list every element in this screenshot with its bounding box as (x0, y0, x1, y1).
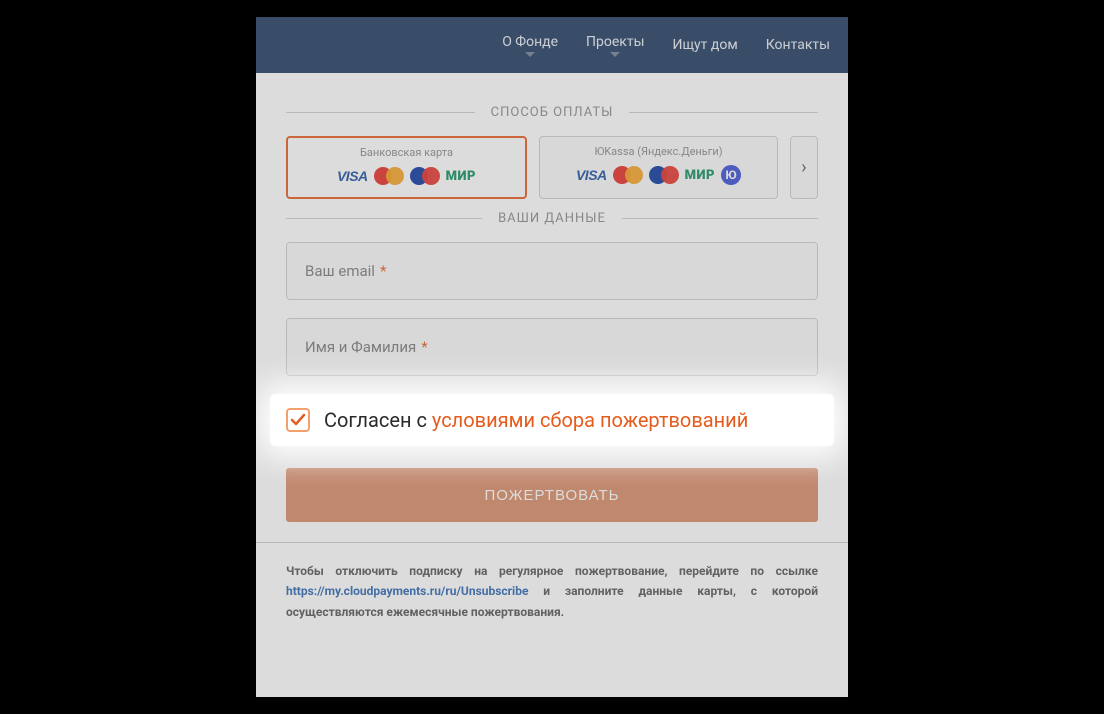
nav-looking-home[interactable]: Ищут дом (672, 37, 737, 53)
nav-projects[interactable]: Проекты (586, 34, 644, 57)
payment-option-yookassa[interactable]: ЮKassa (Яндекс.Деньги) VISA МИР Ю (539, 136, 778, 199)
payment-logos: VISA МИР Ю (552, 164, 765, 186)
visa-logo-icon: VISA (576, 167, 607, 183)
required-indicator: * (380, 262, 386, 280)
mir-logo-icon: МИР (446, 169, 476, 184)
payment-option-card-title: Банковская карта (300, 146, 513, 159)
your-data-header: ВАШИ ДАННЫЕ (286, 211, 818, 226)
email-field[interactable]: Ваш email * (286, 242, 818, 300)
divider (629, 112, 818, 113)
maestro-logo-icon (649, 166, 679, 184)
payment-methods-row: Банковская карта VISA МИР ЮKassa (Яндекс… (286, 136, 818, 199)
divider (286, 218, 482, 219)
consent-terms-link[interactable]: условиями сбора пожертвований (432, 408, 748, 432)
check-icon (290, 412, 306, 428)
consent-text: Согласен с условиями сбора пожертвований (324, 408, 748, 432)
unsubscribe-text: Чтобы отключить подписку на регулярное п… (286, 561, 818, 622)
mastercard-logo-icon (374, 167, 404, 185)
chevron-right-icon: › (801, 157, 806, 178)
visa-logo-icon: VISA (337, 168, 368, 184)
nav-contacts-label: Контакты (766, 37, 830, 53)
top-navbar: О Фонде Проекты Ищут дом Контакты (256, 17, 848, 73)
maestro-logo-icon (410, 167, 440, 185)
nav-about-label: О Фонде (502, 34, 558, 50)
payment-option-card[interactable]: Банковская карта VISA МИР (286, 136, 527, 199)
divider (286, 112, 475, 113)
divider (622, 218, 818, 219)
name-field[interactable]: Имя и Фамилия * (286, 318, 818, 376)
unsubscribe-part1: Чтобы отключить подписку на регулярное п… (286, 564, 818, 578)
consent-checkbox[interactable] (286, 408, 310, 432)
chevron-down-icon (610, 52, 620, 57)
your-data-title: ВАШИ ДАННЫЕ (482, 211, 622, 226)
donation-form-window: О Фонде Проекты Ищут дом Контакты СПОСОБ… (256, 17, 848, 697)
nav-contacts[interactable]: Контакты (766, 37, 830, 53)
nav-projects-label: Проекты (586, 34, 644, 50)
consent-prefix: Согласен с (324, 408, 432, 432)
payment-option-yookassa-title: ЮKassa (Яндекс.Деньги) (552, 145, 765, 158)
email-label: Ваш email (305, 262, 375, 280)
payment-logos: VISA МИР (300, 165, 513, 187)
content-area: СПОСОБ ОПЛАТЫ Банковская карта VISA МИР … (256, 73, 848, 642)
chevron-down-icon (525, 52, 535, 57)
consent-row: Согласен с условиями сбора пожертвований (270, 394, 834, 446)
donate-button[interactable]: ПОЖЕРТВОВАТЬ (286, 468, 818, 522)
yookassa-logo-icon: Ю (721, 165, 741, 185)
required-indicator: * (421, 338, 427, 356)
payment-method-header: СПОСОБ ОПЛАТЫ (286, 105, 818, 120)
unsubscribe-section: Чтобы отключить подписку на регулярное п… (256, 542, 848, 642)
name-label: Имя и Фамилия (305, 338, 416, 356)
nav-about[interactable]: О Фонде (502, 34, 558, 57)
payment-method-title: СПОСОБ ОПЛАТЫ (475, 105, 630, 120)
mir-logo-icon: МИР (685, 168, 715, 183)
nav-looking-home-label: Ищут дом (672, 37, 737, 53)
unsubscribe-link[interactable]: https://my.cloudpayments.ru/ru/Unsubscri… (286, 584, 528, 598)
mastercard-logo-icon (613, 166, 643, 184)
next-payment-method-button[interactable]: › (790, 136, 818, 199)
